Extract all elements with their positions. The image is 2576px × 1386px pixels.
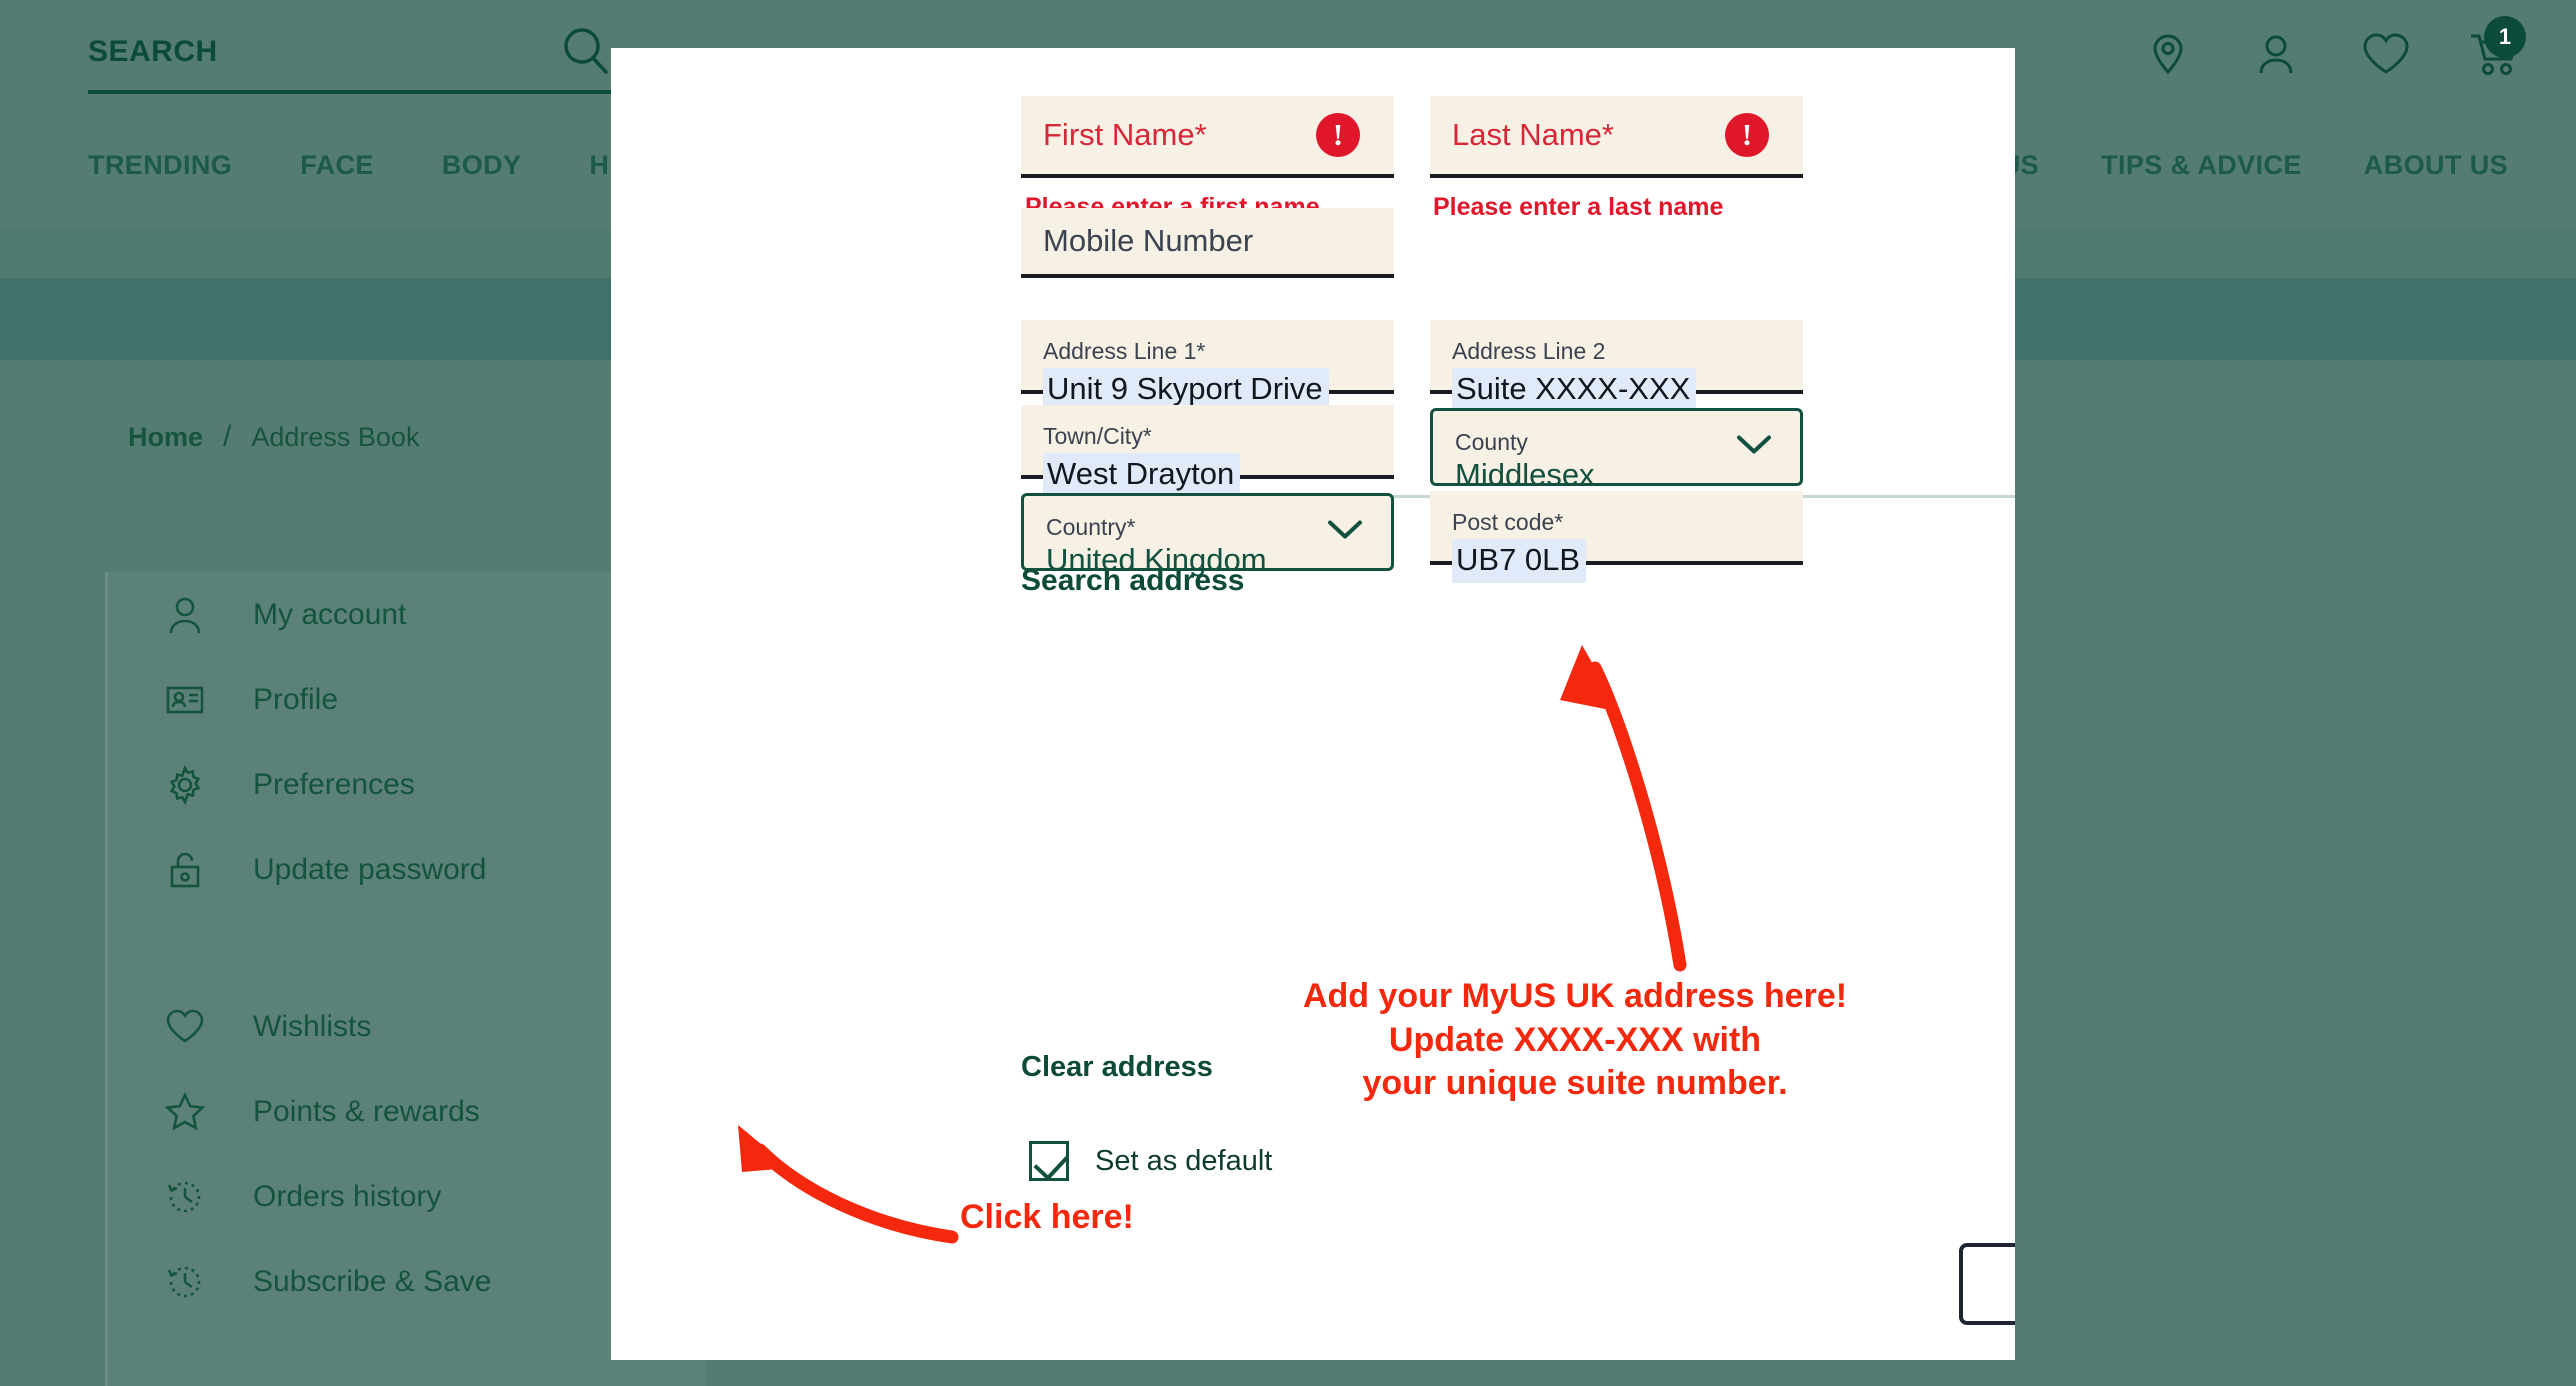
search-field[interactable]: SEARCH [88, 35, 633, 94]
shopping-cart-icon[interactable]: 1 [2468, 16, 2526, 78]
country-value: United Kingdom [1046, 542, 1267, 577]
sidebar-item-label: Preferences [253, 767, 415, 801]
sidebar-item-label: Points & rewards [253, 1094, 480, 1128]
first-name-placeholder: First Name* [1043, 117, 1207, 152]
town-city-label: Town/City* [1043, 423, 1152, 449]
county-value: Middlesex [1455, 457, 1595, 492]
last-name-error: Please enter a last name [1433, 193, 1724, 221]
address-line-1-field[interactable]: Address Line 1* Unit 9 Skyport Drive [1021, 320, 1394, 412]
address-line-2-label: Address Line 2 [1452, 338, 1606, 364]
last-name-placeholder: Last Name* [1452, 117, 1614, 152]
last-name-field[interactable]: Last Name* ! [1430, 96, 1803, 178]
county-label: County [1455, 429, 1528, 455]
country-label: Country* [1046, 514, 1136, 540]
chevron-down-icon[interactable] [1736, 434, 1772, 461]
breadcrumb: Home / Address Book [128, 420, 419, 454]
main-navigation-right[interactable]: US TIPS & ADVICE ABOUT US [2001, 150, 2508, 181]
chevron-down-icon[interactable] [1327, 519, 1363, 546]
clock-history-icon [163, 1175, 207, 1219]
account-person-icon[interactable] [2252, 30, 2300, 78]
town-city-field[interactable]: Town/City* West Drayton [1021, 405, 1394, 497]
nav-item-hair[interactable]: H [589, 150, 609, 181]
town-city-value: West Drayton [1043, 453, 1241, 497]
cancel-button[interactable]: Cancel [1959, 1243, 2015, 1325]
county-select[interactable]: County Middlesex [1430, 408, 1803, 492]
nav-item-trending[interactable]: TRENDING [88, 150, 232, 181]
sidebar-item-label: Update password [253, 852, 487, 886]
annotation-click-here: Click here! [960, 1198, 1134, 1236]
post-code-label: Post code* [1452, 509, 1564, 535]
annotation-line-1: Add your MyUS UK address here! [1302, 977, 1848, 1015]
nav-item-body[interactable]: BODY [442, 150, 522, 181]
mobile-number-field[interactable]: Mobile Number [1021, 208, 1394, 278]
address-form-modal: First Name* ! Please enter a first name … [611, 48, 2015, 1360]
address-line-2-field[interactable]: Address Line 2 Suite XXXX-XXX [1430, 320, 1803, 412]
store-locator-pin-icon[interactable] [2144, 30, 2192, 78]
breadcrumb-separator: / [223, 420, 232, 453]
nav-item-tips-advice[interactable]: TIPS & ADVICE [2101, 150, 2302, 181]
country-select[interactable]: Country* United Kingdom [1021, 493, 1394, 577]
annotation-line-2: Update XXXX-XXX with [1388, 1020, 1762, 1059]
search-icon[interactable] [560, 26, 612, 83]
main-navigation[interactable]: TRENDING FACE BODY H [88, 150, 609, 181]
lock-icon [163, 848, 207, 892]
id-card-icon [163, 678, 207, 722]
set-as-default-checkbox[interactable] [1029, 1141, 1069, 1181]
gear-icon [163, 763, 207, 807]
sidebar-item-label: Wishlists [253, 1009, 372, 1043]
wishlist-heart-icon[interactable] [2360, 30, 2409, 78]
post-code-value: UB7 0LB [1452, 539, 1587, 583]
sidebar-item-label: Orders history [253, 1179, 442, 1213]
sidebar-item-label: Profile [253, 682, 339, 716]
sidebar-item-label: My account [253, 597, 407, 631]
search-underline [88, 90, 633, 94]
nav-item-face[interactable]: FACE [300, 150, 374, 181]
annotation-main-text: Add your MyUS UK address here! Update XX… [1219, 975, 1931, 1106]
address-line-1-label: Address Line 1* [1043, 338, 1206, 364]
heart-icon [163, 1005, 207, 1049]
annotation-line-3: your unique suite number. [1362, 1064, 1788, 1103]
mobile-number-placeholder: Mobile Number [1043, 223, 1254, 258]
error-exclamation-icon: ! [1316, 113, 1360, 157]
post-code-field[interactable]: Post code* UB7 0LB [1430, 491, 1803, 583]
error-exclamation-icon: ! [1725, 113, 1769, 157]
address-line-2-value: Suite XXXX-XXX [1452, 368, 1697, 412]
person-icon [163, 593, 207, 637]
header-icon-group: 1 [2144, 16, 2526, 78]
star-icon [163, 1090, 207, 1134]
sidebar-item-label: Subscribe & Save [253, 1264, 492, 1298]
set-as-default-row[interactable]: Set as default [1029, 1141, 1272, 1181]
search-label: SEARCH [88, 35, 218, 68]
clock-history-icon [163, 1260, 207, 1304]
cart-count-badge: 1 [2484, 16, 2526, 58]
breadcrumb-home[interactable]: Home [128, 422, 203, 453]
clear-address-link[interactable]: Clear address [1021, 1051, 1213, 1084]
nav-item-about-us[interactable]: ABOUT US [2364, 150, 2508, 181]
breadcrumb-current: Address Book [251, 421, 420, 452]
first-name-field[interactable]: First Name* ! [1021, 96, 1394, 178]
set-as-default-label: Set as default [1095, 1144, 1273, 1177]
